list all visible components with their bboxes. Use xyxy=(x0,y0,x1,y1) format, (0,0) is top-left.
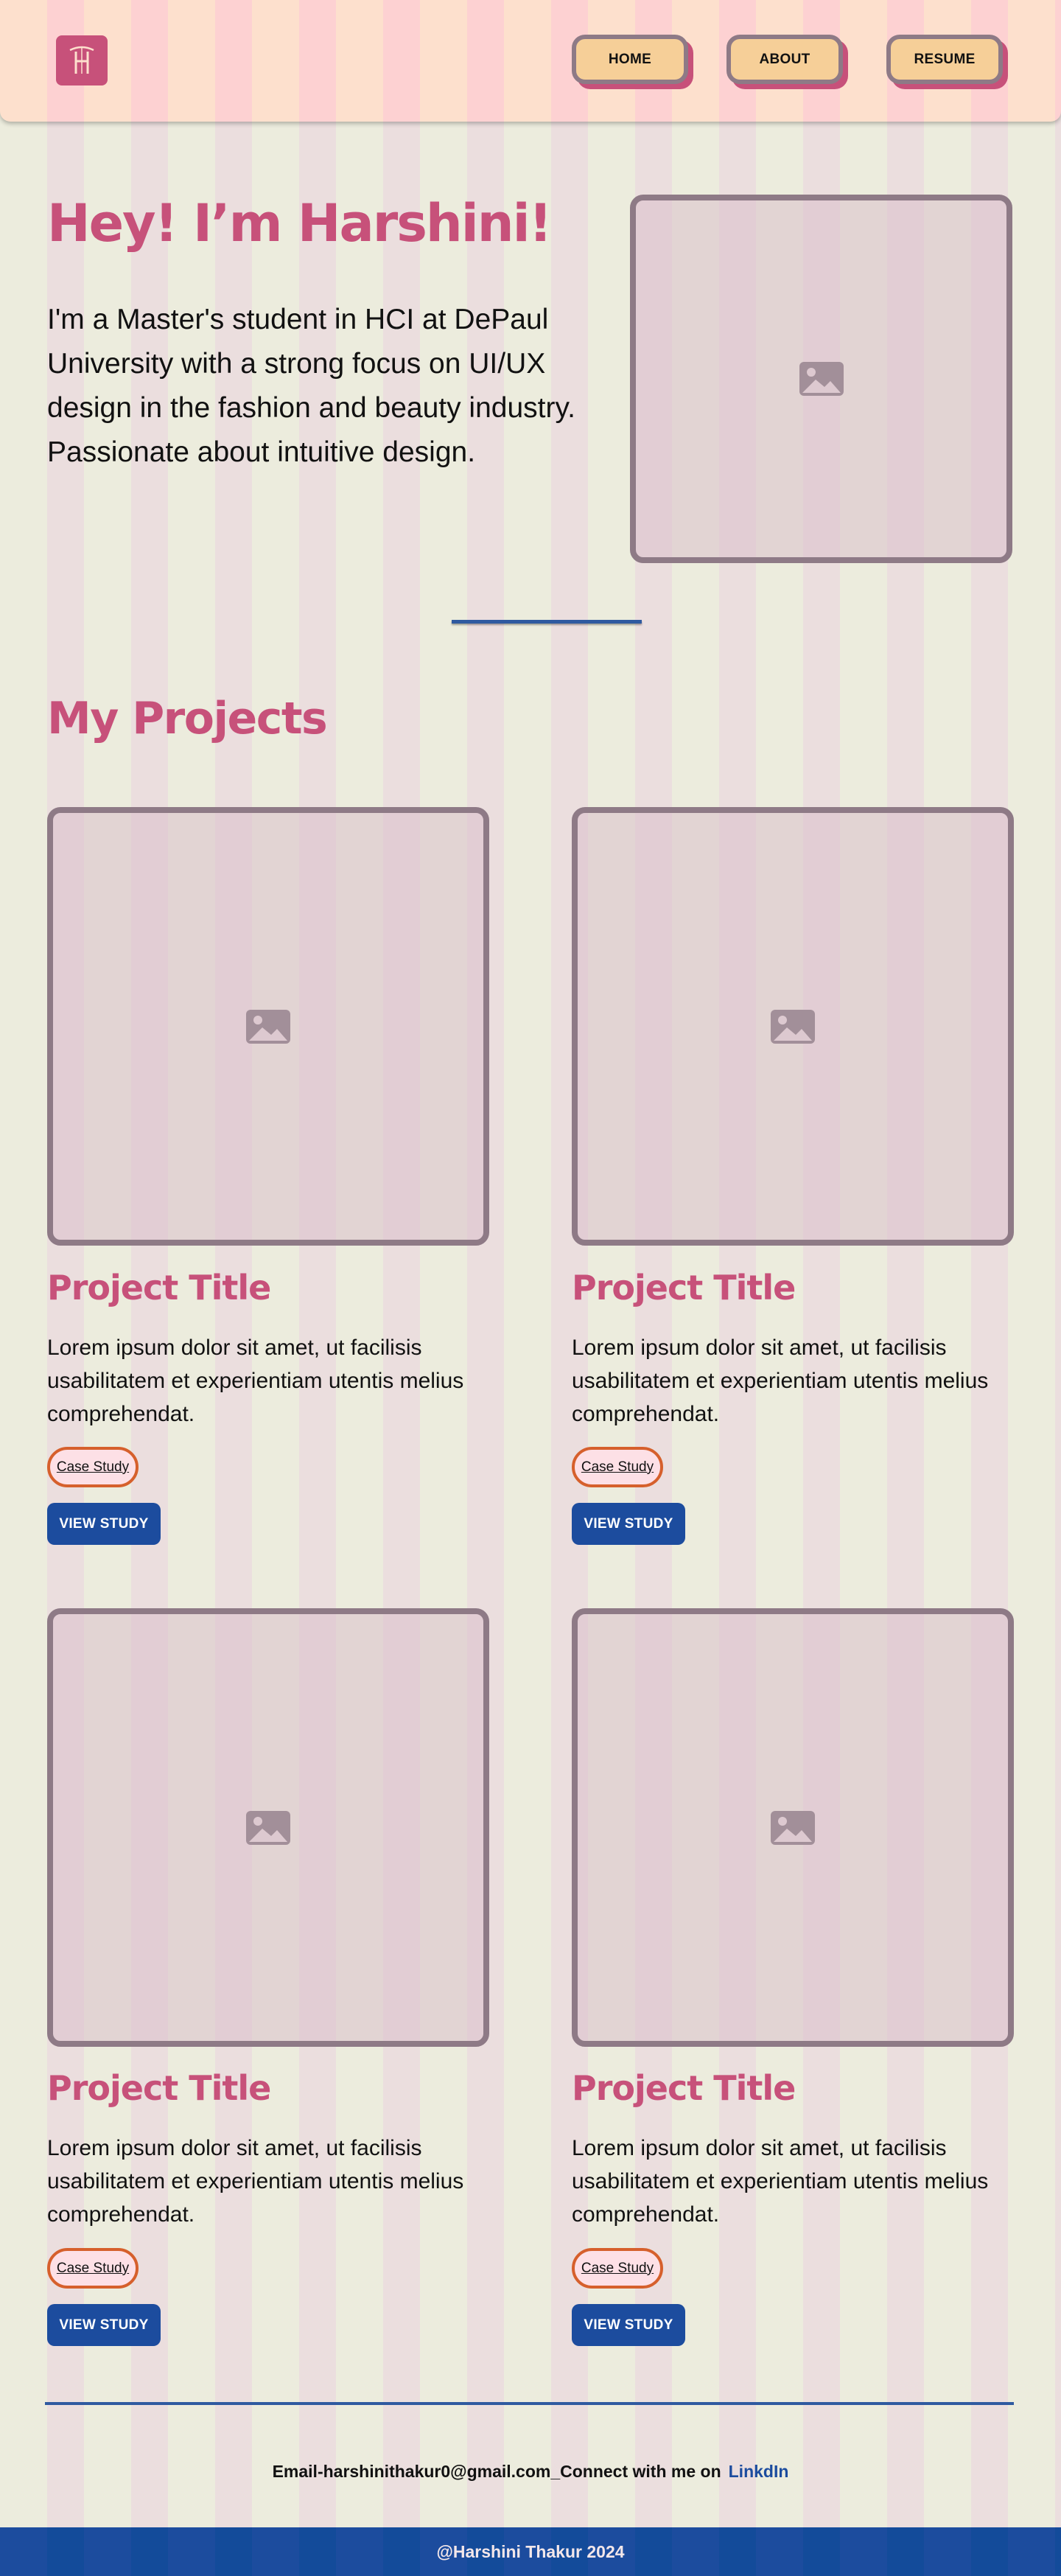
site-header: HOME ABOUT RESUME xyxy=(0,0,1061,122)
project-title: Project Title xyxy=(47,2068,271,2108)
nav-about-button[interactable]: ABOUT xyxy=(726,35,843,84)
view-study-button[interactable]: VIEW STUDY xyxy=(572,1503,685,1545)
image-placeholder-icon xyxy=(771,1009,815,1044)
project-title: Project Title xyxy=(572,1268,796,1308)
case-study-tag[interactable]: Case Study xyxy=(572,1447,663,1487)
section-divider xyxy=(452,620,642,624)
project-description: Lorem ipsum dolor sit amet, ut facilisis… xyxy=(47,2136,464,2227)
linkedin-link[interactable]: LinkdIn xyxy=(729,2462,789,2481)
nav-home-button[interactable]: HOME xyxy=(572,35,688,84)
view-study-button[interactable]: VIEW STUDY xyxy=(572,2304,685,2346)
logo[interactable] xyxy=(56,35,108,85)
project-description: Lorem ipsum dolor sit amet, ut facilisis… xyxy=(572,2136,989,2227)
projects-section-title: My Projects xyxy=(47,693,328,744)
hero-description: I'm a Master's student in HCI at DePaul … xyxy=(47,304,575,468)
image-placeholder-icon xyxy=(246,1009,290,1044)
project-title: Project Title xyxy=(572,2068,796,2108)
case-study-tag[interactable]: Case Study xyxy=(47,1447,139,1487)
footer-divider xyxy=(45,2402,1014,2405)
hero-image xyxy=(630,195,1012,563)
image-placeholder-icon xyxy=(246,1810,290,1845)
view-study-button[interactable]: VIEW STUDY xyxy=(47,2304,161,2346)
image-placeholder-icon xyxy=(771,1810,815,1845)
image-placeholder-icon xyxy=(799,362,844,396)
project-title: Project Title xyxy=(47,1268,271,1308)
copyright-text: @Harshini Thakur 2024 xyxy=(436,2541,625,2561)
project-image[interactable] xyxy=(572,1608,1014,2047)
contact-email-text: Email-harshinithakur0@gmail.com_Connect … xyxy=(272,2462,721,2481)
case-study-tag[interactable]: Case Study xyxy=(47,2248,139,2289)
project-description: Lorem ipsum dolor sit amet, ut facilisis… xyxy=(572,1336,989,1426)
project-description: Lorem ipsum dolor sit amet, ut facilisis… xyxy=(47,1336,464,1426)
nav-resume-button[interactable]: RESUME xyxy=(886,35,1003,84)
hero-title: Hey! I’m Harshini! xyxy=(47,193,553,254)
footer-bar: @Harshini Thakur 2024 xyxy=(0,2527,1061,2576)
view-study-button[interactable]: VIEW STUDY xyxy=(47,1503,161,1545)
project-image[interactable] xyxy=(47,1608,489,2047)
case-study-tag[interactable]: Case Study xyxy=(572,2248,663,2289)
footer-contact: Email-harshinithakur0@gmail.com_Connect … xyxy=(0,2462,1061,2482)
project-image[interactable] xyxy=(572,807,1014,1246)
project-image[interactable] xyxy=(47,807,489,1246)
logo-monogram-icon xyxy=(69,46,94,74)
